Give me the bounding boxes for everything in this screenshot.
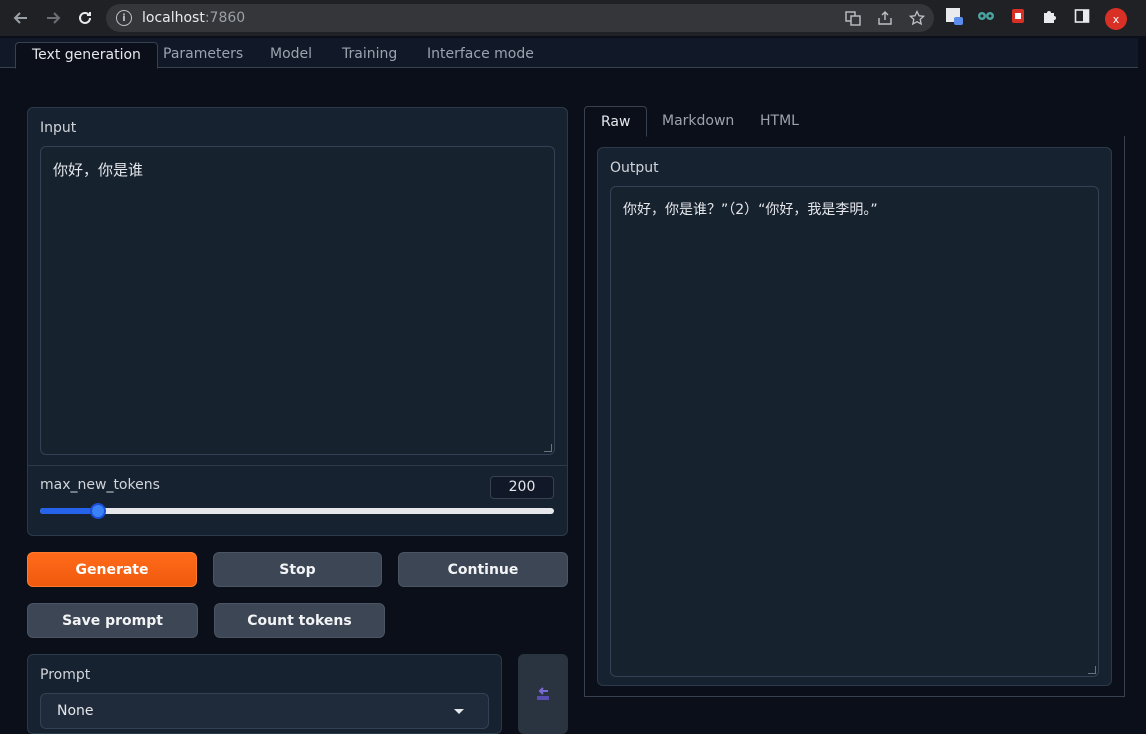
share-icon[interactable] [876,9,894,27]
translate-icon[interactable] [844,9,862,27]
tab-html[interactable]: HTML [744,106,815,137]
continue-button[interactable]: Continue [398,552,568,587]
address-bar[interactable]: i localhost:7860 [106,4,934,32]
max-new-tokens-input[interactable]: 200 [490,476,554,499]
url-text: localhost:7860 [142,10,246,26]
profile-avatar[interactable]: x [1105,8,1127,30]
prompt-label: Prompt [40,667,91,683]
puzzle-icon[interactable] [1040,6,1060,26]
tab-raw[interactable]: Raw [584,106,648,137]
save-prompt-button[interactable]: Save prompt [27,603,198,638]
tab-training[interactable]: Training [326,42,413,69]
max-new-tokens-label: max_new_tokens [40,477,160,493]
site-info-icon[interactable]: i [116,10,132,26]
end-arrow-icon [537,687,549,700]
output-tabs: Raw Markdown HTML [584,106,1125,137]
reload-icon[interactable] [70,3,100,33]
generate-button[interactable]: Generate [27,552,197,587]
app-page: Text generation Parameters Model Trainin… [0,36,1146,734]
prompt-select[interactable]: None [40,693,489,729]
output-label: Output [610,160,659,176]
stop-button[interactable]: Stop [213,552,382,587]
tab-model[interactable]: Model [254,42,328,69]
output-panel: Output 你好，你是谁？”（2）“你好，我是李明。” [597,147,1112,686]
resize-handle[interactable] [544,444,552,452]
browser-toolbar: i localhost:7860 x [0,0,1146,36]
prompt-selected-value: None [57,703,94,719]
output-text: 你好，你是谁？”（2）“你好，我是李明。” [623,202,878,218]
tab-text-generation[interactable]: Text generation [15,42,158,69]
resize-handle[interactable] [1088,666,1096,674]
side-panel-icon[interactable] [1072,6,1092,26]
back-icon[interactable] [6,3,36,33]
slider-thumb[interactable] [90,503,106,519]
bookmark-star-icon[interactable] [908,9,926,27]
input-text: 你好，你是谁 [53,161,144,179]
extension-icon[interactable] [944,6,964,26]
extension-icon[interactable] [976,6,996,26]
tab-markdown[interactable]: Markdown [646,106,750,137]
forward-icon[interactable] [38,3,68,33]
end-button[interactable] [518,654,568,734]
input-panel: Input 你好，你是谁 [27,107,568,536]
input-textarea[interactable]: 你好，你是谁 [40,146,555,455]
chevron-down-icon [454,709,464,714]
prompt-panel: Prompt None [27,654,502,734]
input-label: Input [40,120,77,136]
tab-interface-mode[interactable]: Interface mode [411,42,550,69]
tab-parameters[interactable]: Parameters [147,42,259,69]
output-textarea[interactable]: 你好，你是谁？”（2）“你好，我是李明。” [610,186,1099,677]
count-tokens-button[interactable]: Count tokens [214,603,385,638]
max-new-tokens-slider[interactable] [40,503,554,519]
extension-icon[interactable] [1008,6,1028,26]
main-tabs: Text generation Parameters Model Trainin… [0,38,1138,69]
